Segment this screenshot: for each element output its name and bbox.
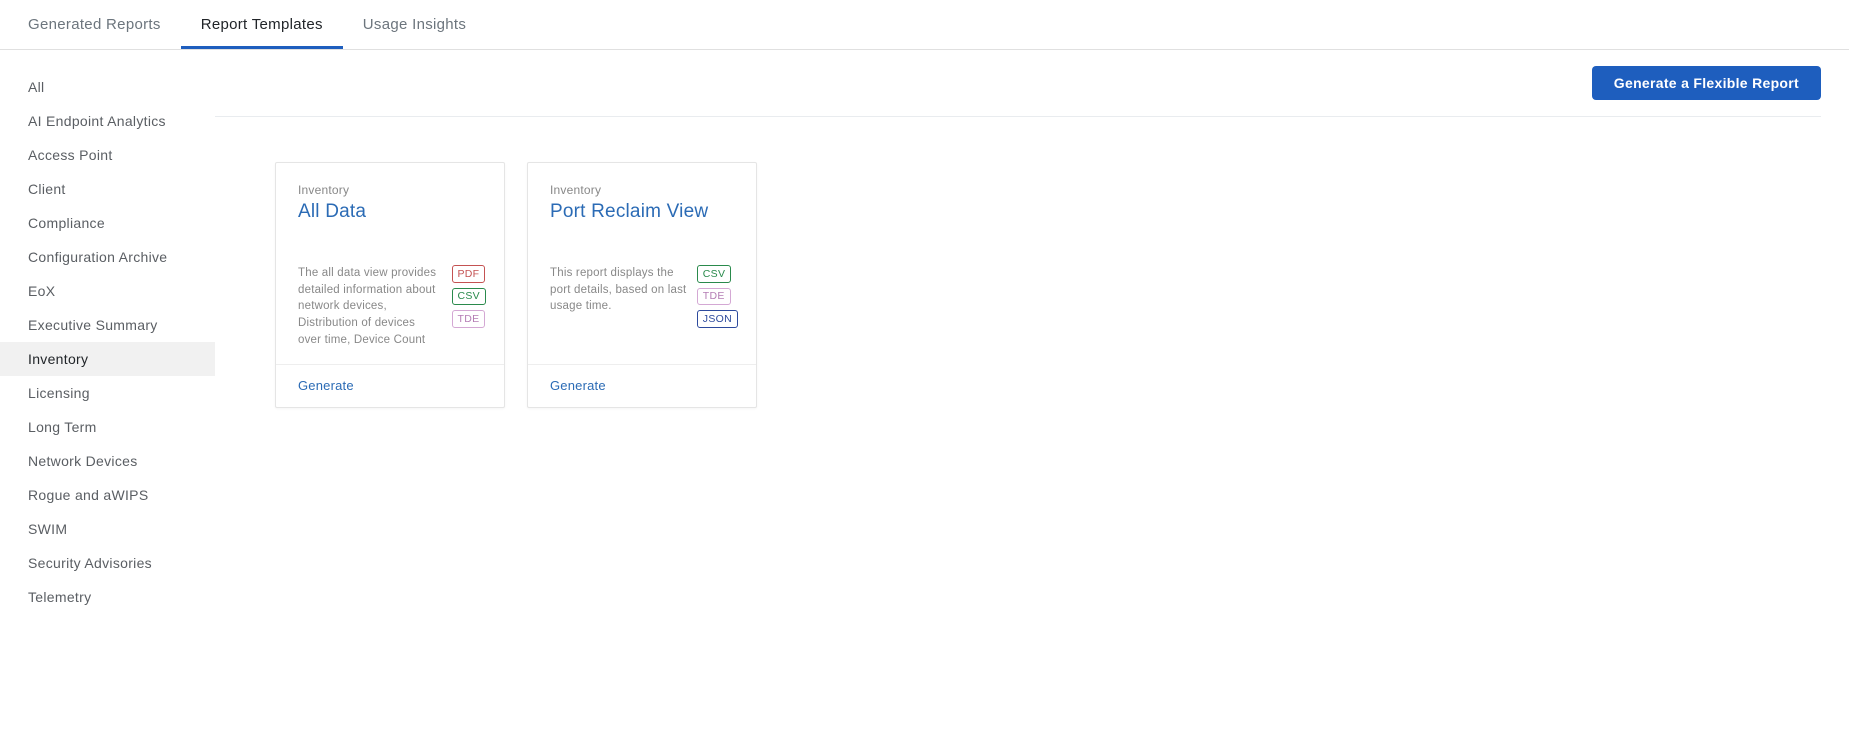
sidebar-item-rogue-awips[interactable]: Rogue and aWIPS [0, 478, 215, 512]
sidebar-item-executive-summary[interactable]: Executive Summary [0, 308, 215, 342]
generate-flexible-report-button[interactable]: Generate a Flexible Report [1592, 66, 1821, 100]
sidebar-item-security-advisories[interactable]: Security Advisories [0, 546, 215, 580]
tab-usage-insights[interactable]: Usage Insights [343, 0, 486, 49]
sidebar: All AI Endpoint Analytics Access Point C… [0, 50, 215, 614]
generate-link[interactable]: Generate [298, 378, 354, 393]
format-badge-csv: CSV [697, 265, 732, 283]
sidebar-item-access-point[interactable]: Access Point [0, 138, 215, 172]
sidebar-item-inventory[interactable]: Inventory [0, 342, 215, 376]
format-badge-csv: CSV [452, 288, 487, 306]
sidebar-item-ai-endpoint-analytics[interactable]: AI Endpoint Analytics [0, 104, 215, 138]
card-title[interactable]: Port Reclaim View [550, 201, 738, 223]
sidebar-item-eox[interactable]: EoX [0, 274, 215, 308]
sidebar-item-swim[interactable]: SWIM [0, 512, 215, 546]
cards-area: Inventory All Data The all data view pro… [215, 117, 1821, 408]
card-description: The all data view provides detailed info… [298, 265, 442, 348]
format-badge-tde: TDE [452, 310, 486, 328]
tab-generated-reports[interactable]: Generated Reports [28, 0, 181, 49]
format-badge-pdf: PDF [452, 265, 486, 283]
sidebar-item-client[interactable]: Client [0, 172, 215, 206]
sidebar-item-network-devices[interactable]: Network Devices [0, 444, 215, 478]
sidebar-item-configuration-archive[interactable]: Configuration Archive [0, 240, 215, 274]
sidebar-item-telemetry[interactable]: Telemetry [0, 580, 215, 614]
card-eyebrow: Inventory [550, 183, 738, 197]
template-card-all-data: Inventory All Data The all data view pro… [275, 162, 505, 408]
template-card-port-reclaim-view: Inventory Port Reclaim View This report … [527, 162, 757, 408]
generate-link[interactable]: Generate [550, 378, 606, 393]
sidebar-item-compliance[interactable]: Compliance [0, 206, 215, 240]
format-badges: CSV TDE JSON [697, 265, 738, 328]
format-badge-tde: TDE [697, 288, 731, 306]
card-title[interactable]: All Data [298, 201, 486, 223]
card-description: This report displays the port details, b… [550, 265, 687, 315]
card-eyebrow: Inventory [298, 183, 486, 197]
sidebar-item-all[interactable]: All [0, 70, 215, 104]
content-header: Generate a Flexible Report [215, 50, 1821, 117]
sidebar-item-long-term[interactable]: Long Term [0, 410, 215, 444]
sidebar-item-licensing[interactable]: Licensing [0, 376, 215, 410]
format-badges: PDF CSV TDE [452, 265, 487, 328]
tabs-bar: Generated Reports Report Templates Usage… [0, 0, 1849, 50]
format-badge-json: JSON [697, 310, 738, 328]
tab-report-templates[interactable]: Report Templates [181, 0, 343, 49]
